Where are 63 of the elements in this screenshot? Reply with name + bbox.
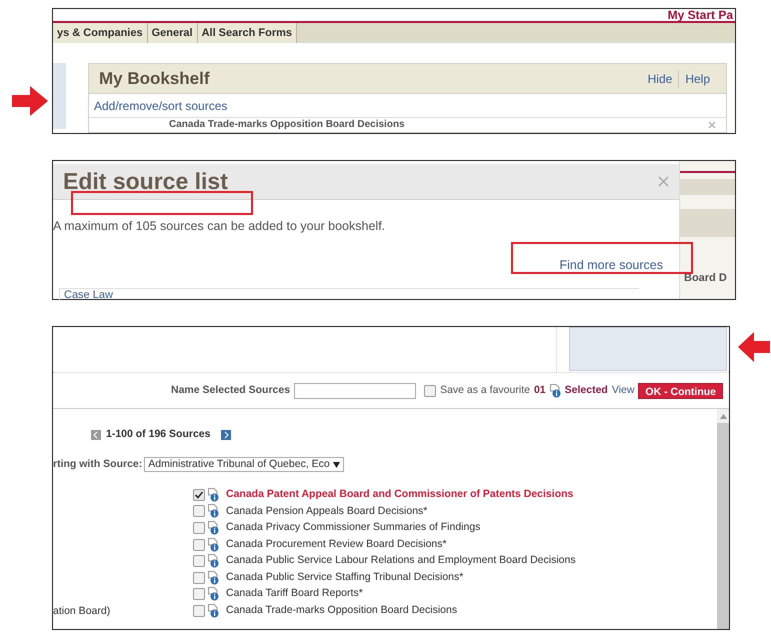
name-input[interactable] [294, 382, 416, 398]
name-label: Name Selected Sources [171, 382, 290, 398]
source-name[interactable]: Canada Patent Appeal Board and Commissioner of Patents Decisions [226, 486, 574, 503]
document-info-icon[interactable] [208, 587, 219, 602]
source-name[interactable]: Canada Public Service Labour Relations and Employment Board Decisions [226, 553, 576, 570]
source-name[interactable]: Canada Pension Appeals Board Decisions* [226, 504, 428, 520]
checkbox[interactable] [193, 538, 205, 551]
next-page-icon[interactable] [221, 430, 232, 440]
document-info-icon[interactable] [208, 504, 219, 518]
dropdown-caret-icon [332, 462, 340, 468]
nav-tab[interactable]: General [148, 23, 198, 43]
favourite-label: Save as a favourite [440, 382, 530, 398]
tab-bar [680, 179, 735, 195]
checkbox[interactable] [193, 588, 205, 600]
column-header: Board D [684, 272, 727, 284]
checkbox[interactable] [193, 505, 205, 518]
dialog-title: Edit source list [63, 167, 228, 196]
close-icon[interactable] [658, 176, 669, 187]
find-sources-link[interactable]: Find more sources [555, 254, 667, 276]
start-source-label: rting with Source: [53, 456, 142, 472]
selected-count: 01 [534, 382, 546, 398]
checkbox[interactable] [193, 604, 205, 617]
add-sources-link[interactable]: Add/remove/sort sources [94, 96, 228, 114]
previous-page-icon[interactable] [91, 430, 101, 440]
source-name[interactable]: Canada Privacy Commissioner Summaries of Findings [226, 520, 480, 536]
source-name[interactable]: Canada Procurement Review Board Decisions* [226, 536, 447, 552]
ok-continue-button[interactable]: OK - Continue [638, 382, 723, 398]
pagination-label: 1-100 of 196 Sources [106, 427, 210, 442]
document-info-icon[interactable] [208, 604, 219, 618]
nav-tab[interactable]: ys & Companies [53, 23, 148, 43]
source-name[interactable]: Canada Public Service Staffing Tribunal Decisions* [226, 570, 464, 586]
sidebar-panel [53, 63, 66, 129]
header-link[interactable]: Hide [642, 70, 678, 88]
case-law-tab[interactable]: Case Law [64, 289, 113, 302]
scrollbar[interactable] [717, 409, 729, 629]
source-name[interactable]: Canada Tariff Board Reports* [226, 586, 363, 602]
header-link[interactable]: Help [678, 70, 716, 88]
limit-note: A maximum of 105 sources can be added to your bookshelf. [53, 218, 386, 232]
view-link[interactable]: View [612, 382, 634, 398]
checkbox[interactable] [193, 572, 205, 584]
document-info-icon[interactable] [208, 538, 219, 552]
document-info-icon[interactable] [208, 570, 219, 585]
document-info-icon[interactable] [208, 488, 219, 502]
arrow-right-icon [12, 86, 48, 116]
source-name: Canada Trade-marks Opposition Board Decisions [169, 120, 405, 130]
document-info-icon[interactable] [208, 520, 219, 535]
source-name[interactable]: Canada Trade-marks Opposition Board Decisions [226, 603, 458, 619]
checkbox[interactable] [193, 488, 205, 501]
selected-label: Selected [564, 382, 608, 398]
scroll-up-icon[interactable] [720, 414, 726, 418]
document-info-icon[interactable] [208, 554, 219, 568]
nav-tab[interactable]: All Search Forms [198, 23, 298, 43]
close-icon[interactable] [708, 121, 716, 129]
checkbox[interactable] [424, 384, 436, 396]
start-source-select[interactable]: Administrative Tribunal of Quebec, Eco [144, 457, 344, 472]
top-link[interactable]: My Start Pa [668, 9, 733, 21]
bookshelf-title: My Bookshelf [99, 68, 210, 90]
document-info-icon[interactable] [550, 384, 561, 398]
checkbox[interactable] [193, 555, 205, 568]
arrow-left-icon [738, 332, 770, 362]
panel-header [680, 209, 735, 237]
checkbox[interactable] [193, 522, 205, 534]
cut-off-text: ation Board) [53, 604, 112, 620]
